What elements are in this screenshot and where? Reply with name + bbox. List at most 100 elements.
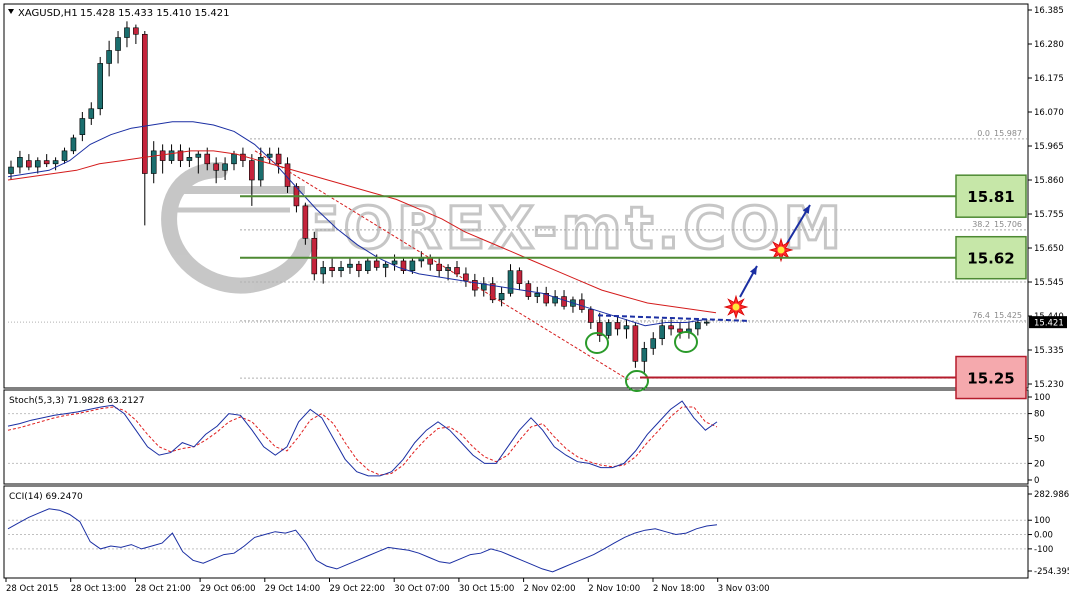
cci-header: CCI(14) 69.2470 — [9, 492, 83, 502]
symbol-header: XAGUSD,H1 — [18, 8, 78, 19]
candle-body — [659, 325, 665, 339]
candle-body — [88, 108, 95, 119]
candle-body — [382, 263, 389, 268]
candle-body — [249, 160, 255, 181]
candle-body — [34, 160, 41, 168]
candle-body — [364, 260, 371, 271]
candle-body — [26, 160, 32, 168]
candle-body — [338, 267, 344, 271]
time-tick-label: 28 Oct 21:00 — [135, 584, 190, 594]
fibonacci-price-label: 15.987 — [994, 129, 1022, 138]
price-tick-label: 15.335 — [1034, 346, 1064, 356]
price-tick-label: 15.965 — [1034, 142, 1064, 152]
candle-body — [454, 267, 460, 275]
candle-body — [329, 267, 335, 271]
candle-body — [587, 309, 594, 323]
breakout-burst-core — [777, 246, 785, 254]
price-tick-label: 16.385 — [1034, 6, 1064, 16]
level-label: 15.62 — [967, 250, 1014, 268]
time-tick-label: 28 Oct 2015 — [6, 584, 59, 594]
price-tick-label: 15.860 — [1034, 176, 1064, 186]
candle-body — [124, 27, 130, 38]
candle-body — [373, 260, 380, 268]
candle-body — [106, 50, 112, 64]
candle-body — [186, 157, 193, 161]
fibonacci-price-label: 15.706 — [994, 220, 1022, 229]
level-label: 15.25 — [967, 370, 1014, 388]
time-tick-label: 29 Oct 06:00 — [200, 584, 255, 594]
time-tick-label: 28 Oct 13:00 — [71, 584, 126, 594]
time-axis: 28 Oct 2015 28 Oct 13:00 28 Oct 21:00 29 Oc… — [5, 578, 770, 594]
candle-body — [436, 263, 442, 271]
candle-body — [561, 296, 567, 307]
time-tick-label: 29 Oct 22:00 — [330, 584, 385, 594]
time-tick-label: 2 Nov 10:00 — [588, 584, 640, 594]
cci-tick-label: 282.9861 — [1034, 490, 1069, 500]
candle-body — [70, 137, 77, 152]
stoch-tick-label: 0 — [1034, 476, 1039, 486]
price-tick-label: 15.650 — [1034, 244, 1064, 254]
candle-body — [347, 263, 353, 268]
candle-body — [142, 33, 148, 174]
cci-tick-label: -100 — [1034, 545, 1053, 555]
candle-body — [222, 163, 228, 171]
trading-chart: XAGUSD,H1 15.428 15.433 15.410 15.421 St… — [3, 3, 1069, 594]
candle-body — [115, 37, 121, 51]
cci-tick-label: 0.00 — [1034, 531, 1053, 541]
time-tick-label: 2 Nov 02:00 — [524, 584, 576, 594]
fibonacci-level-label: 38.2 — [972, 220, 990, 229]
time-tick-label: 30 Oct 15:00 — [459, 584, 514, 594]
fibonacci-level-label: 76.4 — [972, 311, 990, 320]
stoch-tick-label: 50 — [1034, 435, 1045, 445]
candle-body — [516, 270, 523, 284]
stoch-tick-label: 20 — [1034, 459, 1045, 469]
candle-body — [8, 166, 14, 174]
time-tick-label: 29 Oct 14:00 — [265, 584, 320, 594]
time-tick-label: 2 Nov 18:00 — [653, 584, 705, 594]
price-tick-label: 15.440 — [1034, 312, 1064, 322]
cci-panel-frame — [3, 485, 1029, 579]
stoch-tick-label: 80 — [1034, 410, 1045, 420]
candle-body — [650, 338, 657, 349]
candle — [97, 56, 103, 116]
candle-body — [703, 321, 710, 324]
candle-body — [52, 160, 59, 165]
candle-body — [159, 150, 166, 161]
candle-body — [507, 270, 514, 294]
candle-body — [534, 293, 541, 297]
candle-body — [623, 325, 630, 330]
price-axis: 16.385 16.280 16.175 16.070 15.965 15.860 15.7… — [1028, 6, 1064, 390]
candle-body — [61, 150, 68, 161]
candle-body — [409, 260, 416, 271]
price-tick-label: 16.175 — [1034, 74, 1064, 84]
stoch-tick-label: 100 — [1034, 393, 1050, 403]
level-label: 15.81 — [967, 188, 1014, 206]
price-tick-label: 16.280 — [1034, 40, 1064, 50]
candle-body — [275, 153, 282, 165]
candle-body — [356, 263, 362, 271]
candle-body — [213, 163, 219, 171]
price-tick-label: 15.230 — [1034, 380, 1064, 390]
candle-body — [311, 237, 318, 275]
candle-body — [97, 63, 103, 110]
candle-body — [579, 299, 585, 310]
candle-body — [79, 118, 86, 135]
candle-body — [133, 27, 139, 35]
cci-tick-label: 100 — [1034, 516, 1050, 526]
candle-body — [302, 205, 309, 239]
price-tick-label: 15.755 — [1034, 210, 1064, 220]
candle — [632, 322, 639, 368]
candle-body — [391, 260, 398, 265]
price-tick-label: 16.070 — [1034, 108, 1064, 118]
candle-body — [320, 267, 327, 275]
candle-body — [498, 293, 505, 301]
candle — [311, 231, 318, 281]
candle-body — [150, 150, 157, 174]
candle-body — [614, 322, 621, 330]
fibonacci-level-label: 0.0 — [977, 129, 990, 138]
breakout-burst-core — [732, 303, 740, 311]
candle-body — [641, 348, 648, 362]
time-tick-label: 30 Oct 07:00 — [394, 584, 449, 594]
candle-body — [632, 325, 639, 362]
fibonacci-price-label: 15.425 — [994, 311, 1022, 320]
